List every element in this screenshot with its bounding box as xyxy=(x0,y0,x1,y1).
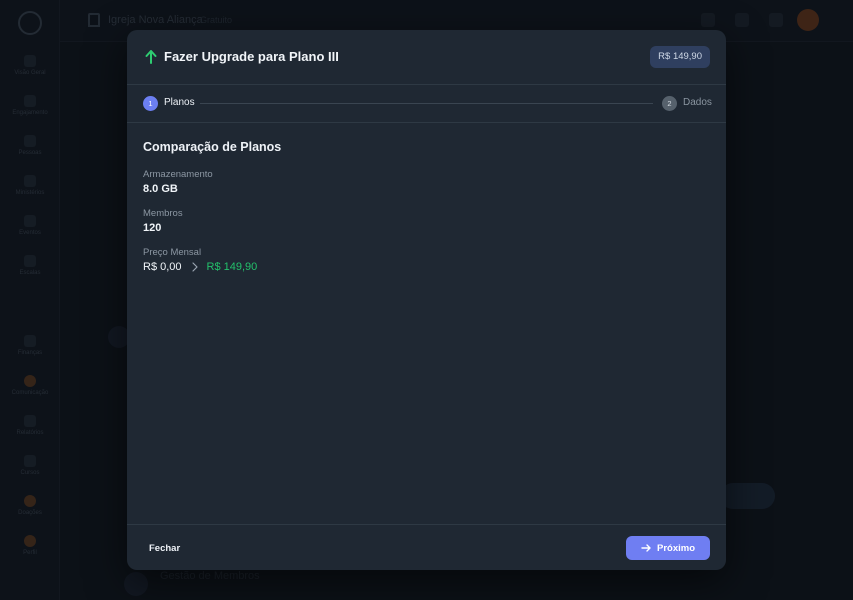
arrow-right-icon xyxy=(641,544,651,552)
stepper: 1 Planos 2 Dados xyxy=(127,85,726,123)
step-label-planos: Planos xyxy=(164,97,195,108)
current-price: R$ 0,00 xyxy=(143,261,182,273)
price-row: R$ 0,00 R$ 149,90 xyxy=(143,261,710,273)
step-number-2: 2 xyxy=(662,96,677,111)
section-title: Comparação de Planos xyxy=(143,140,282,154)
upgrade-modal: Fazer Upgrade para Plano III R$ 149,90 1… xyxy=(127,30,726,570)
next-button-label: Próximo xyxy=(656,542,695,554)
new-price: R$ 149,90 xyxy=(206,261,258,273)
storage-label: Armazenamento xyxy=(143,169,213,180)
price-field: Preço Mensal R$ 0,00 R$ 149,90 xyxy=(143,247,710,273)
members-label: Membros xyxy=(143,208,183,219)
arrow-up-icon xyxy=(145,50,157,64)
chevron-right-icon xyxy=(191,262,198,272)
storage-field: Armazenamento 8.0 GB xyxy=(143,169,710,195)
next-button[interactable]: Próximo xyxy=(626,536,710,560)
step-label-dados: Dados xyxy=(683,97,712,108)
members-value: 120 xyxy=(143,222,162,234)
members-field: Membros 120 xyxy=(143,208,710,234)
modal-body: Comparação de Planos Armazenamento 8.0 G… xyxy=(143,140,710,286)
close-button[interactable]: Fechar xyxy=(143,535,186,561)
modal-title: Fazer Upgrade para Plano III xyxy=(164,49,339,64)
modal-header: Fazer Upgrade para Plano III R$ 149,90 xyxy=(127,30,726,85)
step-connector xyxy=(200,103,653,104)
price-label: Preço Mensal xyxy=(143,247,202,258)
modal-footer: Fechar Próximo xyxy=(127,524,726,570)
step-number-1: 1 xyxy=(143,96,158,111)
storage-value: 8.0 GB xyxy=(143,183,178,195)
price-badge: R$ 149,90 xyxy=(650,46,710,68)
